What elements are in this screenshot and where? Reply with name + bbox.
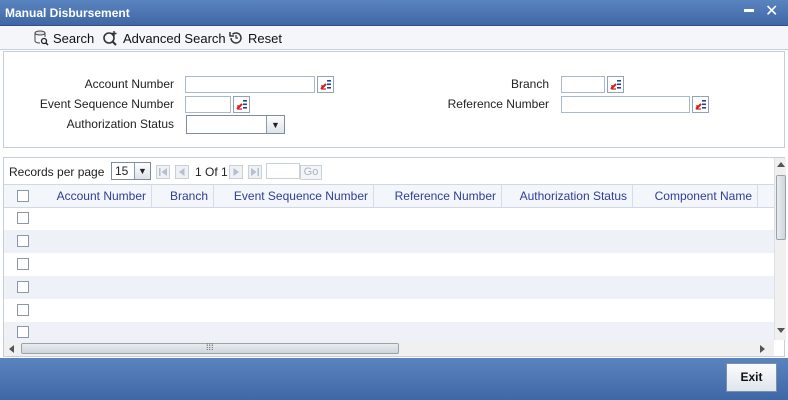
table-row[interactable] xyxy=(4,230,774,253)
close-icon[interactable]: ✕ xyxy=(765,1,778,21)
results-grid: Records per page 15 ▼ 1 Of 1 Go Account … xyxy=(3,157,786,357)
event-sequence-number-field[interactable] xyxy=(185,96,231,113)
search-button[interactable]: Search xyxy=(33,29,94,47)
advanced-search-label: Advanced Search xyxy=(123,30,226,46)
page-number-input[interactable] xyxy=(266,163,300,179)
column-header[interactable]: Account Number xyxy=(4,185,152,207)
table-row[interactable] xyxy=(4,276,774,299)
column-header[interactable]: Event Sequence Number xyxy=(214,185,374,207)
row-checkbox[interactable] xyxy=(17,212,29,224)
authorization-status-label: Authorization Status xyxy=(66,117,174,131)
row-checkbox[interactable] xyxy=(17,326,29,338)
search-label: Search xyxy=(53,30,95,46)
horizontal-scroll-thumb[interactable]: ⁞⁞⁞ xyxy=(21,342,399,354)
account-number-lov-button[interactable] xyxy=(317,76,334,93)
authorization-status-select[interactable]: ▼ xyxy=(186,115,285,134)
table-row[interactable] xyxy=(4,253,774,276)
scroll-down-icon[interactable] xyxy=(777,328,785,334)
advanced-search-button[interactable]: Advanced Search xyxy=(102,29,226,47)
reference-number-label: Reference Number xyxy=(447,97,549,111)
minimize-icon[interactable]: ▬ xyxy=(744,4,754,15)
footer-bar xyxy=(0,358,788,400)
table-row[interactable] xyxy=(4,299,774,322)
row-checkbox[interactable] xyxy=(17,235,29,247)
search-icon xyxy=(34,30,49,46)
window-title: Manual Disbursement xyxy=(5,6,130,20)
reference-number-field[interactable] xyxy=(561,96,690,113)
vertical-scroll-thumb[interactable] xyxy=(776,175,786,240)
page-info: 1 Of 1 xyxy=(195,165,228,179)
column-header[interactable]: Authorization Status xyxy=(502,185,633,207)
title-bar: Manual Disbursement ▬ ✕ xyxy=(0,0,788,26)
account-number-label: Account Number xyxy=(84,77,174,91)
next-page-icon[interactable] xyxy=(229,165,243,179)
chevron-down-icon: ▼ xyxy=(266,116,284,133)
advanced-search-icon xyxy=(103,31,117,46)
grid-header: Account Number Branch Event Sequence Num… xyxy=(4,184,774,208)
branch-label: Branch xyxy=(510,77,549,91)
lov-icon xyxy=(695,100,706,110)
last-page-icon[interactable] xyxy=(248,165,262,179)
records-per-page-label: Records per page xyxy=(9,165,105,179)
reset-icon xyxy=(229,32,242,44)
grip-icon: ⁞⁞⁞ xyxy=(206,342,214,352)
row-checkbox[interactable] xyxy=(17,281,29,293)
lov-icon xyxy=(320,80,331,90)
row-checkbox[interactable] xyxy=(17,258,29,270)
column-header[interactable]: Branch xyxy=(152,185,214,207)
table-row[interactable] xyxy=(4,322,774,341)
reset-button[interactable]: Reset xyxy=(228,29,282,47)
scroll-right-icon[interactable] xyxy=(760,345,766,353)
first-page-icon[interactable] xyxy=(156,165,170,179)
scroll-left-icon[interactable] xyxy=(8,345,14,353)
records-per-page-value: 15 xyxy=(115,164,129,178)
prev-page-icon[interactable] xyxy=(175,165,189,179)
lov-icon xyxy=(610,80,621,90)
toolbar: Search Advanced Search Reset xyxy=(0,26,788,50)
lov-icon xyxy=(236,100,247,110)
pager: Records per page 15 ▼ 1 Of 1 Go xyxy=(4,158,774,184)
branch-lov-button[interactable] xyxy=(607,76,624,93)
column-header[interactable]: Component Name xyxy=(633,185,758,207)
search-form: Account Number Event Sequence Number Aut… xyxy=(3,51,785,148)
table-row[interactable] xyxy=(4,207,774,230)
go-button[interactable]: Go xyxy=(300,165,322,180)
event-sequence-lov-button[interactable] xyxy=(233,96,250,113)
vertical-scrollbar[interactable] xyxy=(774,158,786,340)
exit-button[interactable]: Exit xyxy=(726,363,777,392)
scroll-up-icon[interactable] xyxy=(777,161,785,167)
account-number-field[interactable] xyxy=(185,76,315,93)
event-sequence-number-label: Event Sequence Number xyxy=(39,97,174,111)
horizontal-scrollbar[interactable]: ⁞⁞⁞ xyxy=(4,341,774,356)
row-checkbox[interactable] xyxy=(17,304,29,316)
branch-field[interactable] xyxy=(561,76,605,93)
chevron-down-icon: ▼ xyxy=(134,163,150,179)
column-header[interactable]: Reference Number xyxy=(374,185,502,207)
records-per-page-select[interactable]: 15 ▼ xyxy=(111,162,151,180)
reset-label: Reset xyxy=(248,30,282,46)
reference-number-lov-button[interactable] xyxy=(692,96,709,113)
